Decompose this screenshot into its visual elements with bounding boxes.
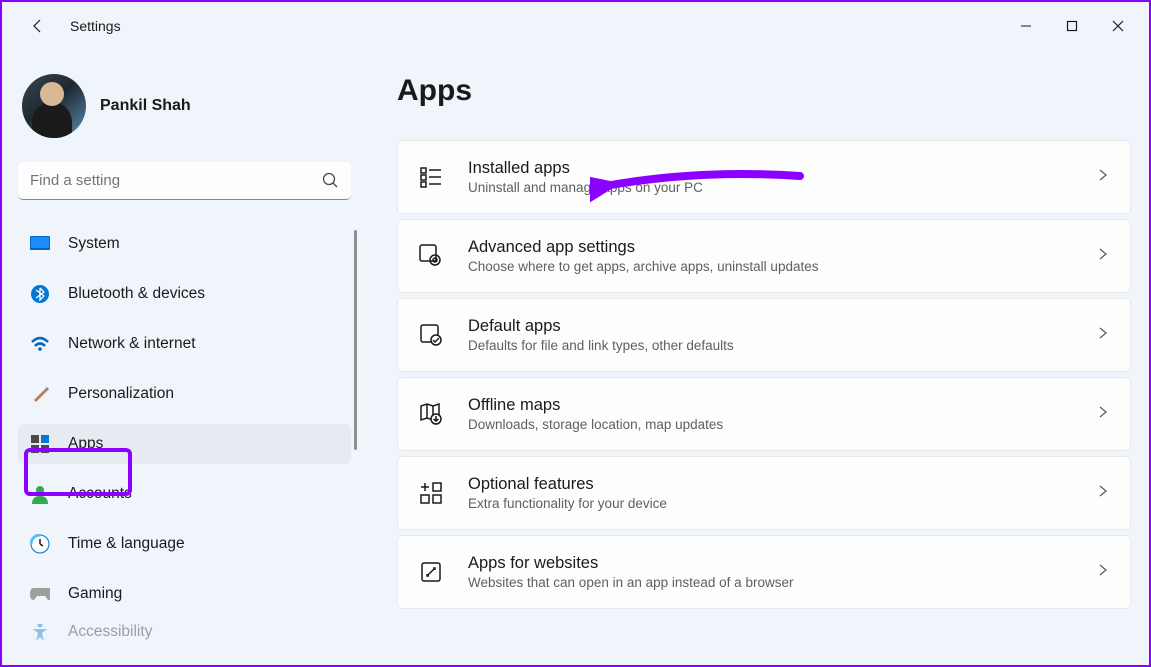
sidebar-item-apps[interactable]: Apps: [18, 424, 351, 464]
plus-grid-icon: [418, 480, 444, 506]
maximize-button[interactable]: [1049, 10, 1095, 42]
sidebar-item-label: Time & language: [68, 535, 185, 553]
card-title: Default apps: [468, 317, 1096, 336]
avatar: [22, 74, 86, 138]
card-installed-apps[interactable]: Installed apps Uninstall and manage apps …: [397, 140, 1131, 214]
titlebar: Settings: [2, 2, 1149, 50]
window-controls: [1003, 10, 1141, 42]
card-offline-maps[interactable]: Offline maps Downloads, storage location,…: [397, 377, 1131, 451]
card-title: Optional features: [468, 475, 1096, 494]
chevron-right-icon: [1096, 326, 1110, 345]
window-title: Settings: [70, 18, 121, 34]
check-box-icon: [418, 322, 444, 348]
gear-box-icon: [418, 243, 444, 269]
card-advanced-app-settings[interactable]: Advanced app settings Choose where to get…: [397, 219, 1131, 293]
gamepad-icon: [30, 584, 50, 604]
sidebar-item-label: Gaming: [68, 585, 122, 603]
sidebar-item-label: Accessibility: [68, 624, 152, 640]
card-optional-features[interactable]: Optional features Extra functionality for…: [397, 456, 1131, 530]
chevron-right-icon: [1096, 563, 1110, 582]
card-default-apps[interactable]: Default apps Defaults for file and link t…: [397, 298, 1131, 372]
chevron-right-icon: [1096, 247, 1110, 266]
card-apps-for-websites[interactable]: Apps for websites Websites that can open …: [397, 535, 1131, 609]
brush-icon: [30, 384, 50, 404]
accessibility-icon: [30, 624, 50, 640]
chevron-right-icon: [1096, 405, 1110, 424]
search-box: [18, 162, 351, 200]
chevron-right-icon: [1096, 168, 1110, 187]
user-name: Pankil Shah: [100, 97, 191, 115]
card-title: Offline maps: [468, 396, 1096, 415]
sidebar: Pankil Shah System Bluetooth & devices N…: [2, 50, 367, 665]
monitor-icon: [30, 234, 50, 254]
card-subtitle: Uninstall and manage apps on your PC: [468, 180, 1096, 195]
sidebar-item-time[interactable]: Time & language: [18, 524, 351, 564]
sidebar-item-label: System: [68, 235, 120, 253]
map-icon: [418, 401, 444, 427]
chevron-right-icon: [1096, 484, 1110, 503]
profile[interactable]: Pankil Shah: [18, 50, 351, 162]
link-box-icon: [418, 559, 444, 585]
card-subtitle: Extra functionality for your device: [468, 496, 1096, 511]
search-input[interactable]: [18, 162, 351, 200]
back-button[interactable]: [22, 10, 54, 42]
content: Apps Installed apps Uninstall and manage …: [367, 50, 1149, 665]
sidebar-item-gaming[interactable]: Gaming: [18, 574, 351, 614]
wifi-icon: [30, 334, 50, 354]
sidebar-item-bluetooth[interactable]: Bluetooth & devices: [18, 274, 351, 314]
sidebar-item-label: Personalization: [68, 385, 174, 403]
clock-icon: [30, 534, 50, 554]
sidebar-item-personalization[interactable]: Personalization: [18, 374, 351, 414]
close-button[interactable]: [1095, 10, 1141, 42]
sidebar-item-network[interactable]: Network & internet: [18, 324, 351, 364]
page-title: Apps: [397, 74, 1131, 108]
person-icon: [30, 484, 50, 504]
bluetooth-icon: [30, 284, 50, 304]
card-subtitle: Websites that can open in an app instead…: [468, 575, 1096, 590]
card-title: Advanced app settings: [468, 238, 1096, 257]
nav: System Bluetooth & devices Network & int…: [18, 224, 351, 640]
apps-icon: [30, 434, 50, 454]
sidebar-item-label: Apps: [68, 435, 103, 453]
card-subtitle: Choose where to get apps, archive apps, …: [468, 259, 1096, 274]
sidebar-item-accounts[interactable]: Accounts: [18, 474, 351, 514]
card-title: Installed apps: [468, 159, 1096, 178]
sidebar-item-label: Bluetooth & devices: [68, 285, 205, 303]
card-subtitle: Downloads, storage location, map updates: [468, 417, 1096, 432]
minimize-button[interactable]: [1003, 10, 1049, 42]
search-icon: [322, 172, 339, 194]
sidebar-item-label: Network & internet: [68, 335, 196, 353]
scrollbar[interactable]: [354, 230, 357, 450]
card-title: Apps for websites: [468, 554, 1096, 573]
list-icon: [418, 164, 444, 190]
card-subtitle: Defaults for file and link types, other …: [468, 338, 1096, 353]
sidebar-item-label: Accounts: [68, 485, 132, 503]
sidebar-item-system[interactable]: System: [18, 224, 351, 264]
sidebar-item-accessibility[interactable]: Accessibility: [18, 624, 351, 640]
